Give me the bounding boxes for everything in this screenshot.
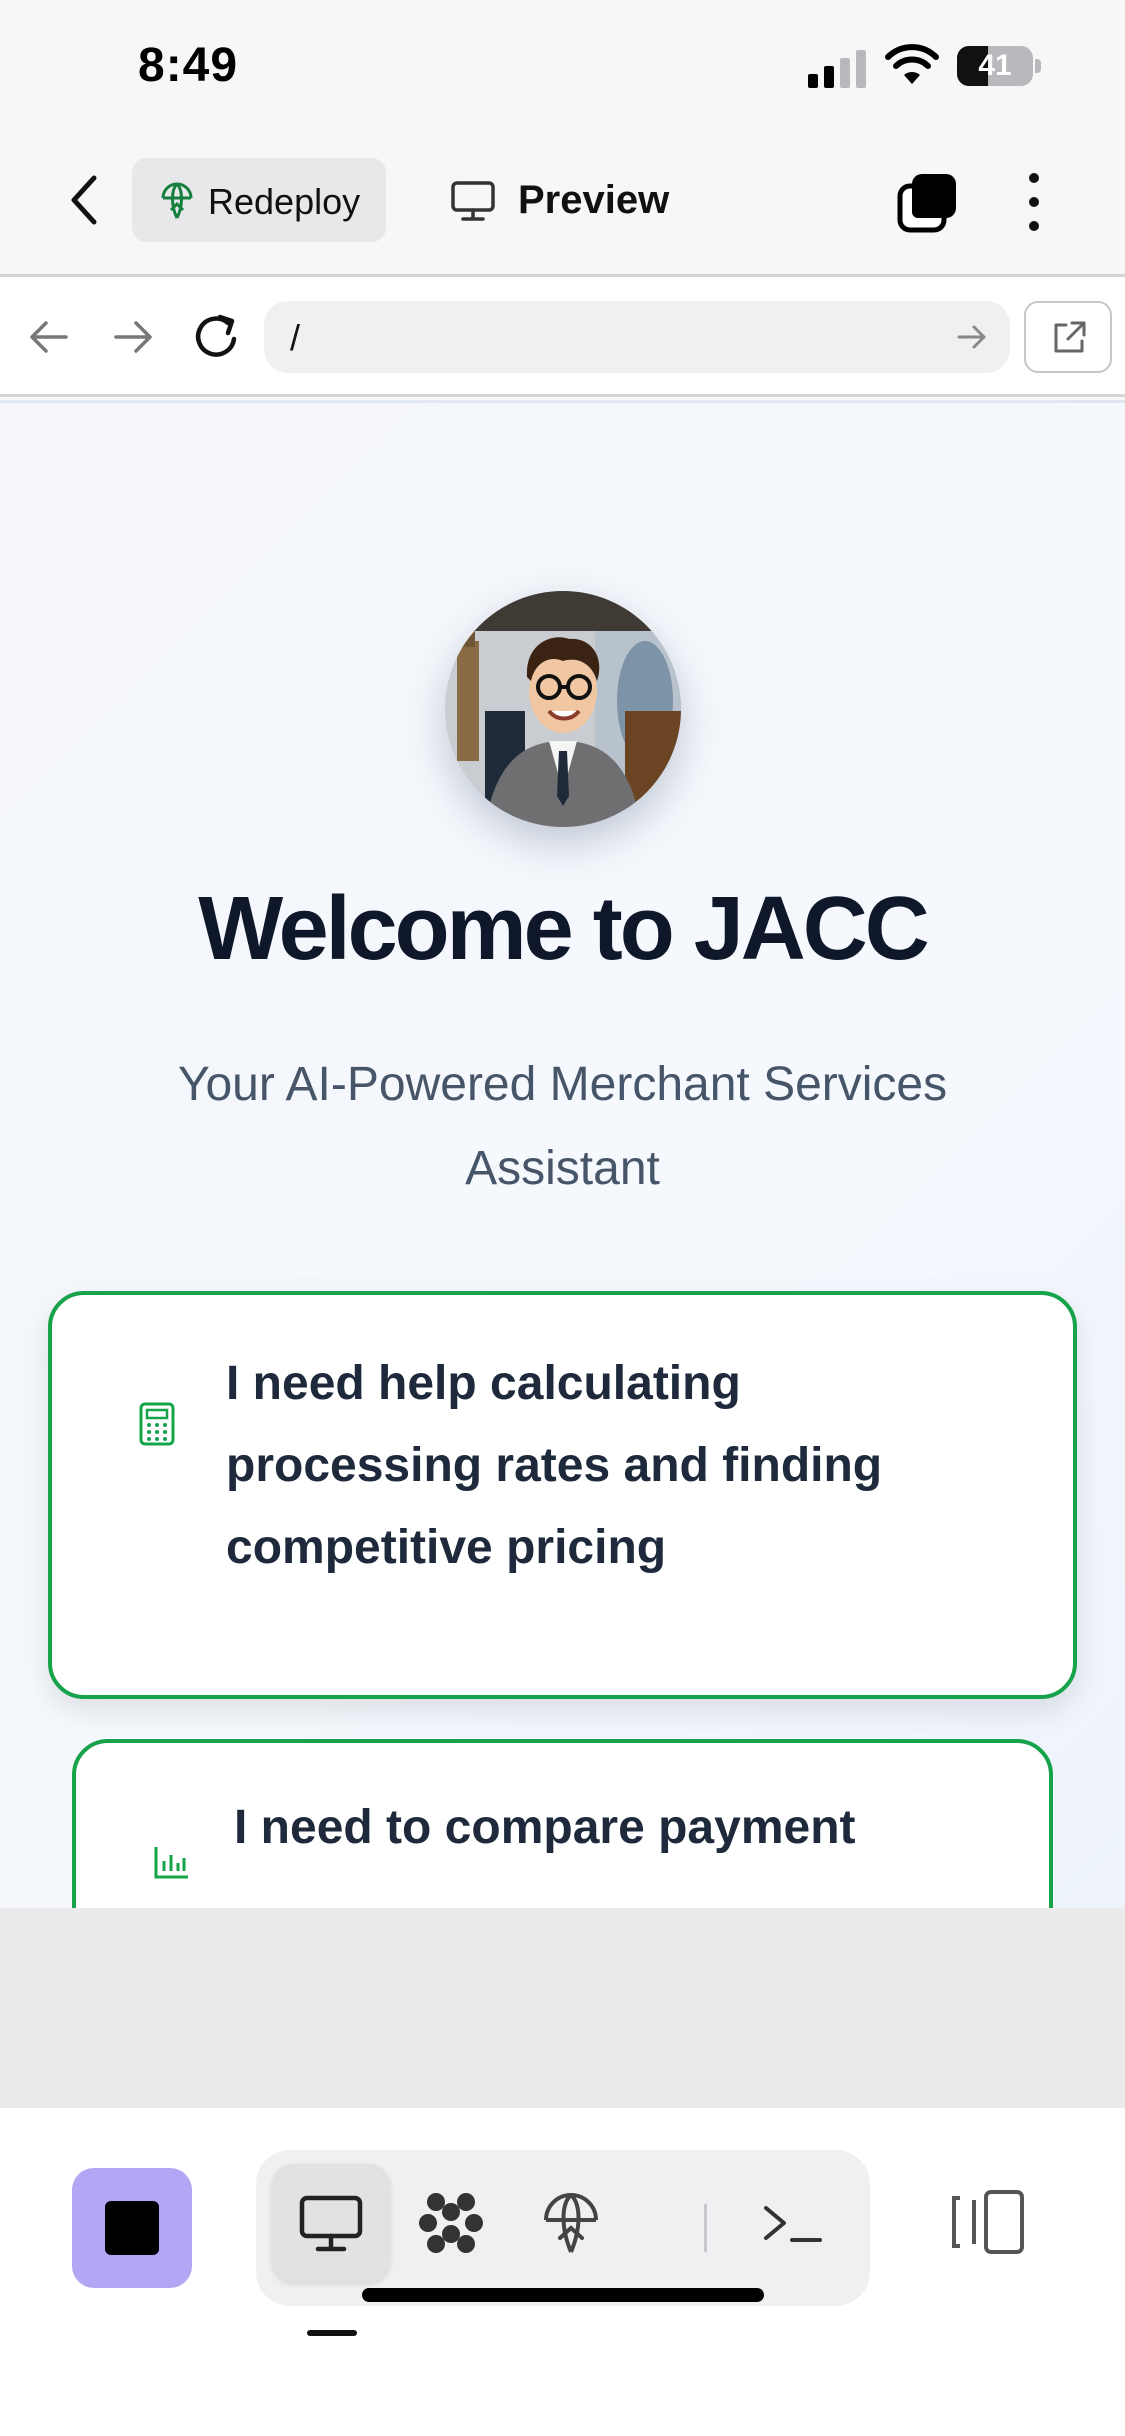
panel-toggle-icon[interactable] xyxy=(950,2186,1030,2258)
battery-percent: 41 xyxy=(978,49,1012,82)
dock-divider xyxy=(704,2204,707,2252)
preview-icon xyxy=(299,2195,363,2252)
open-external-button[interactable] xyxy=(1024,301,1112,373)
redeploy-button[interactable]: Redeploy xyxy=(132,158,386,242)
dock-extensions-button[interactable] xyxy=(392,2164,510,2282)
back-chevron-icon[interactable] xyxy=(60,170,110,230)
url-bar: / xyxy=(0,277,1125,397)
dock-tool-group xyxy=(256,2150,870,2306)
deploy-icon xyxy=(161,182,193,219)
more-options-icon[interactable] xyxy=(1018,170,1050,234)
dock-deploy-button[interactable] xyxy=(512,2164,630,2282)
reload-icon[interactable] xyxy=(192,313,242,361)
bottom-dock xyxy=(0,2108,1125,2436)
preview-label: Preview xyxy=(518,178,670,222)
arrow-left-icon[interactable] xyxy=(28,319,70,355)
web-preview[interactable]: Welcome to JACC Your AI-Powered Merchant… xyxy=(0,400,1125,1908)
dock-shell-button[interactable] xyxy=(734,2164,852,2282)
status-bar: 8:49 41 xyxy=(0,0,1125,135)
suggestion-card[interactable]: I need help calculating processing rates… xyxy=(48,1291,1077,1699)
home-indicator xyxy=(362,2288,764,2302)
avatar xyxy=(445,591,681,827)
external-link-icon xyxy=(1054,321,1086,353)
go-arrow-icon[interactable] xyxy=(956,323,988,351)
cellular-signal-icon xyxy=(808,50,866,88)
arrow-right-icon[interactable] xyxy=(112,319,154,355)
bar-chart-icon xyxy=(154,1847,188,1879)
url-input[interactable]: / xyxy=(264,301,1010,373)
tab-preview[interactable]: Preview xyxy=(450,158,690,242)
battery-icon: 41 xyxy=(957,46,1041,86)
redeploy-label: Redeploy xyxy=(208,181,361,222)
page-subtitle: Your AI-Powered Merchant Services Assist… xyxy=(177,1058,948,1195)
deploy-icon xyxy=(544,2193,598,2253)
wifi-icon xyxy=(885,44,939,84)
suggestion-card[interactable]: I need to compare payment xyxy=(72,1739,1053,1908)
suggestion-text: I need help calculating processing rates… xyxy=(226,1357,883,1574)
status-time: 8:49 xyxy=(138,39,239,92)
stop-icon xyxy=(105,2201,159,2255)
shell-icon xyxy=(764,2206,822,2242)
page-title: Welcome to JACC xyxy=(198,879,929,979)
stop-button[interactable] xyxy=(72,2168,192,2288)
tabs-icon[interactable] xyxy=(896,170,960,234)
empty-area xyxy=(0,1908,1125,2108)
active-tab-indicator xyxy=(307,2330,357,2336)
suggestion-text: I need to compare payment xyxy=(234,1801,856,1854)
monitor-icon xyxy=(451,181,495,221)
dock-preview-button[interactable] xyxy=(272,2164,390,2282)
app-toolbar: Redeploy Preview xyxy=(0,135,1125,277)
extensions-icon xyxy=(419,2193,483,2253)
url-value: / xyxy=(290,317,301,358)
calculator-icon xyxy=(139,1402,175,1446)
